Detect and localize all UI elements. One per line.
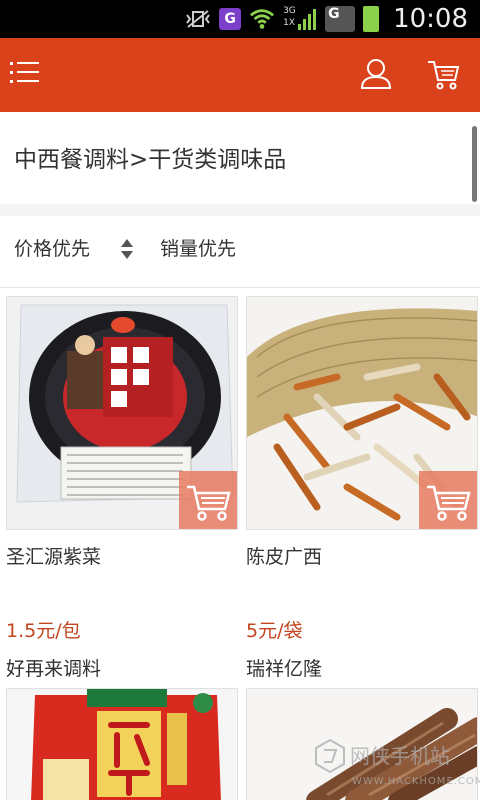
- menu-button[interactable]: [10, 58, 40, 88]
- network-label-top: 3G: [283, 6, 296, 16]
- product-image[interactable]: [6, 296, 238, 530]
- sort-by-price-button[interactable]: 价格优先: [14, 234, 90, 261]
- product-image[interactable]: [246, 296, 478, 530]
- product-price: 1.5元/包: [6, 620, 81, 642]
- product-seller[interactable]: 好再来调料: [6, 654, 101, 681]
- cart-button[interactable]: [425, 56, 461, 92]
- breadcrumb-text: 中西餐调料>干货类调味品: [14, 147, 287, 173]
- product-title[interactable]: 圣汇源紫菜: [6, 542, 101, 569]
- cart-icon: [427, 485, 471, 521]
- product-card[interactable]: 圣汇源紫菜 1.5元/包 好再来调料: [6, 296, 238, 686]
- sort-bar: 价格优先 销量优先: [0, 216, 480, 288]
- network-label-bottom: 1X: [283, 18, 295, 28]
- watermark-url: WWW.HACKHOME.COM: [352, 776, 480, 787]
- product-card[interactable]: 陈皮广西 5元/袋 瑞祥亿隆: [246, 296, 478, 686]
- signal-icon: 3G 1X: [283, 6, 317, 30]
- section-divider: [0, 204, 480, 216]
- product-title[interactable]: 陈皮广西: [246, 542, 322, 569]
- sort-by-sales-button[interactable]: 销量优先: [160, 234, 236, 261]
- user-icon: [360, 59, 392, 89]
- wifi-icon: [249, 8, 275, 30]
- add-to-cart-button[interactable]: [419, 471, 477, 529]
- battery-charging-icon: [363, 6, 380, 32]
- scrollbar[interactable]: [472, 126, 477, 202]
- product-image[interactable]: [6, 688, 238, 800]
- cart-icon: [187, 485, 231, 521]
- watermark: 网侠手机站 WWW.HACKHOME.COM: [312, 728, 480, 800]
- breadcrumb: 中西餐调料>干货类调味品: [0, 112, 480, 204]
- status-time: 10:08: [393, 4, 468, 34]
- product-grid: 圣汇源紫菜 1.5元/包 好再来调料 陈皮广西 5元/袋 瑞祥亿隆: [0, 288, 480, 800]
- chicken-seasoning-bag-image: [7, 689, 237, 800]
- product-price: 5元/袋: [246, 620, 303, 642]
- g-network-icon: G: [325, 6, 356, 32]
- sort-arrows-icon[interactable]: [120, 236, 134, 262]
- cart-icon: [428, 61, 460, 90]
- app-header: [0, 38, 480, 112]
- product-seller[interactable]: 瑞祥亿隆: [246, 654, 322, 681]
- add-to-cart-button[interactable]: [179, 471, 237, 529]
- g-app-icon: G: [219, 8, 242, 30]
- user-button[interactable]: [358, 56, 394, 92]
- status-bar: G 3G 1X G 10:08: [0, 0, 480, 38]
- watermark-logo-icon: [315, 738, 345, 774]
- vibrate-icon: [185, 8, 211, 30]
- watermark-text: 网侠手机站: [350, 744, 450, 768]
- product-card[interactable]: [6, 688, 238, 800]
